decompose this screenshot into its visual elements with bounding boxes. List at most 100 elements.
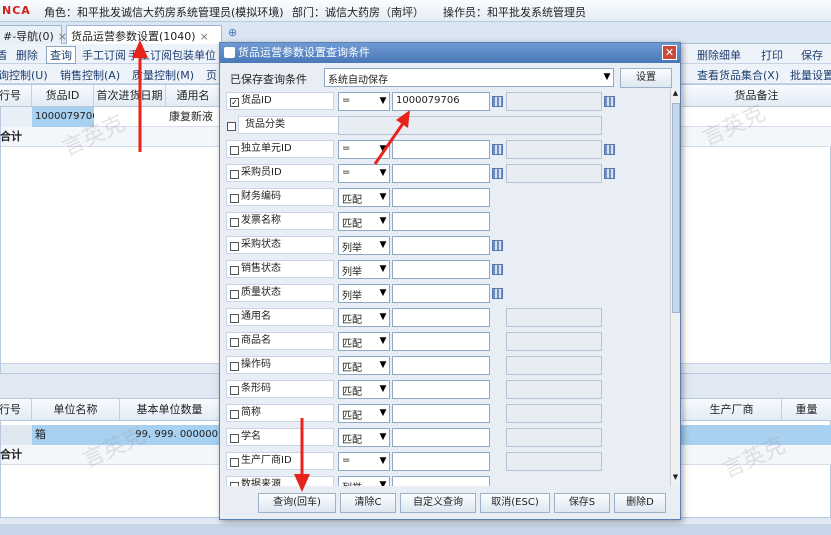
delete-button[interactable]: 删除	[16, 47, 38, 63]
scroll-thumb[interactable]	[672, 103, 680, 313]
condition-checkbox[interactable]: ✓	[230, 98, 239, 107]
value-field[interactable]	[392, 212, 490, 231]
operator-select[interactable]: 列举 ▼	[338, 236, 390, 255]
range-field[interactable]	[506, 452, 602, 471]
col-header[interactable]: 行号	[0, 85, 32, 107]
operator-select[interactable]: 匹配 ▼	[338, 404, 390, 423]
dropdown-arrow-icon[interactable]: ▼	[378, 95, 388, 108]
range-field[interactable]	[506, 164, 602, 183]
condition-label[interactable]: ✓ 货品ID	[226, 92, 334, 110]
calendar-icon[interactable]	[604, 168, 615, 179]
saved-conditions-select[interactable]: 系统自动保存 ▼	[324, 68, 614, 87]
condition-label[interactable]: 通用名	[226, 308, 334, 326]
range-field[interactable]	[506, 92, 602, 111]
condition-checkbox[interactable]	[230, 482, 239, 486]
condition-checkbox[interactable]	[227, 122, 236, 131]
condition-label[interactable]: 财务编码	[226, 188, 334, 206]
condition-label[interactable]: 采购员ID	[226, 164, 334, 182]
value-field[interactable]	[392, 308, 490, 327]
dropdown-arrow-icon[interactable]: ▼	[378, 383, 388, 396]
value-field[interactable]	[392, 452, 490, 471]
operator-select[interactable]: 匹配 ▼	[338, 332, 390, 351]
condition-checkbox[interactable]	[230, 434, 239, 443]
condition-checkbox[interactable]	[230, 242, 239, 251]
dropdown-arrow-icon[interactable]: ▼	[378, 263, 388, 276]
condition-checkbox[interactable]	[230, 338, 239, 347]
close-icon[interactable]: ×	[200, 30, 209, 43]
value-field[interactable]	[392, 428, 490, 447]
settings-button[interactable]: 设置	[620, 68, 672, 88]
manual-order-button[interactable]: 手工订阅	[82, 47, 126, 63]
value-field[interactable]	[392, 356, 490, 375]
manual-order-pack-button[interactable]: 手工订阅包装单位	[128, 47, 216, 63]
condition-checkbox[interactable]	[230, 194, 239, 203]
condition-checkbox[interactable]	[230, 290, 239, 299]
col-header[interactable]: 货品ID	[32, 85, 94, 107]
range-field[interactable]	[506, 404, 602, 423]
name-cell[interactable]: 康复新液	[166, 107, 221, 127]
dropdown-arrow-icon[interactable]: ▼	[378, 359, 388, 372]
value-field[interactable]: 1000079706	[392, 92, 490, 111]
operator-select[interactable]: = ▼	[338, 164, 390, 183]
condition-label[interactable]: 简称	[226, 404, 334, 422]
operator-select[interactable]: 匹配 ▼	[338, 356, 390, 375]
tab-goods-params[interactable]: 货品运营参数设置(1040) ×	[66, 25, 222, 44]
delete-detail-button[interactable]: 删除细单	[697, 47, 741, 63]
dropdown-arrow-icon[interactable]: ▼	[378, 407, 388, 420]
condition-label[interactable]: 发票名称	[226, 212, 334, 230]
query-enter-button[interactable]: 查询(回车)	[258, 493, 336, 513]
condition-label[interactable]: 质量状态	[226, 284, 334, 302]
vertical-scrollbar[interactable]: ▲ ▼	[670, 89, 680, 486]
col-header[interactable]: 行号	[0, 399, 32, 421]
condition-label[interactable]: 采购状态	[226, 236, 334, 254]
condition-checkbox[interactable]	[230, 146, 239, 155]
operator-select[interactable]: 匹配 ▼	[338, 212, 390, 231]
condition-label[interactable]: 生产厂商ID	[226, 452, 334, 470]
quality-control-button[interactable]: 质量控制(M)	[132, 67, 194, 83]
add-tab-icon[interactable]: ⊕	[228, 26, 237, 39]
dropdown-arrow-icon[interactable]: ▼	[378, 191, 388, 204]
condition-label[interactable]: 数据来源	[226, 476, 334, 486]
dropdown-arrow-icon[interactable]: ▼	[378, 311, 388, 324]
condition-checkbox[interactable]	[230, 314, 239, 323]
operator-select[interactable]: 匹配 ▼	[338, 428, 390, 447]
col-header[interactable]: 通用名	[166, 85, 221, 107]
calendar-icon[interactable]	[492, 288, 503, 299]
value-field[interactable]	[392, 188, 490, 207]
col-header[interactable]: 首次进货日期	[94, 85, 166, 107]
operator-select[interactable]: = ▼	[338, 452, 390, 471]
value-field[interactable]	[392, 404, 490, 423]
calendar-icon[interactable]	[604, 144, 615, 155]
condition-checkbox[interactable]	[230, 362, 239, 371]
value-field[interactable]	[392, 140, 490, 159]
clear-button[interactable]: 清除C	[340, 493, 396, 513]
dropdown-arrow-icon[interactable]: ▼	[378, 239, 388, 252]
calendar-icon[interactable]	[492, 144, 503, 155]
value-field[interactable]	[392, 284, 490, 303]
page-button[interactable]: 页	[206, 67, 217, 83]
dropdown-arrow-icon[interactable]: ▼	[378, 167, 388, 180]
operator-select[interactable]: 列举 ▼	[338, 260, 390, 279]
operator-select[interactable]: = ▼	[338, 92, 390, 111]
condition-label[interactable]: 货品分类	[227, 116, 346, 134]
range-field[interactable]	[506, 356, 602, 375]
calendar-icon[interactable]	[604, 96, 615, 107]
operator-select[interactable]: = ▼	[338, 140, 390, 159]
purchase-control-button[interactable]: 询控制(U)	[0, 67, 48, 83]
condition-label[interactable]: 条形码	[226, 380, 334, 398]
condition-label[interactable]: 操作码	[226, 356, 334, 374]
calendar-icon[interactable]	[492, 96, 503, 107]
value-field[interactable]	[392, 332, 490, 351]
category-field[interactable]	[338, 116, 602, 135]
calendar-icon[interactable]	[492, 264, 503, 275]
range-field[interactable]	[506, 332, 602, 351]
condition-checkbox[interactable]	[230, 266, 239, 275]
batch-settings-button[interactable]: 批量设置	[790, 67, 831, 83]
custom-query-button[interactable]: 自定义查询	[400, 493, 476, 513]
condition-checkbox[interactable]	[230, 170, 239, 179]
dropdown-arrow-icon[interactable]: ▼	[378, 287, 388, 300]
dropdown-arrow-icon[interactable]: ▼	[378, 335, 388, 348]
tab-navigation[interactable]: #-导航(0) ×	[0, 25, 67, 44]
save-button[interactable]: 保存	[801, 47, 823, 63]
cancel-button[interactable]: 取消(ESC)	[480, 493, 550, 513]
